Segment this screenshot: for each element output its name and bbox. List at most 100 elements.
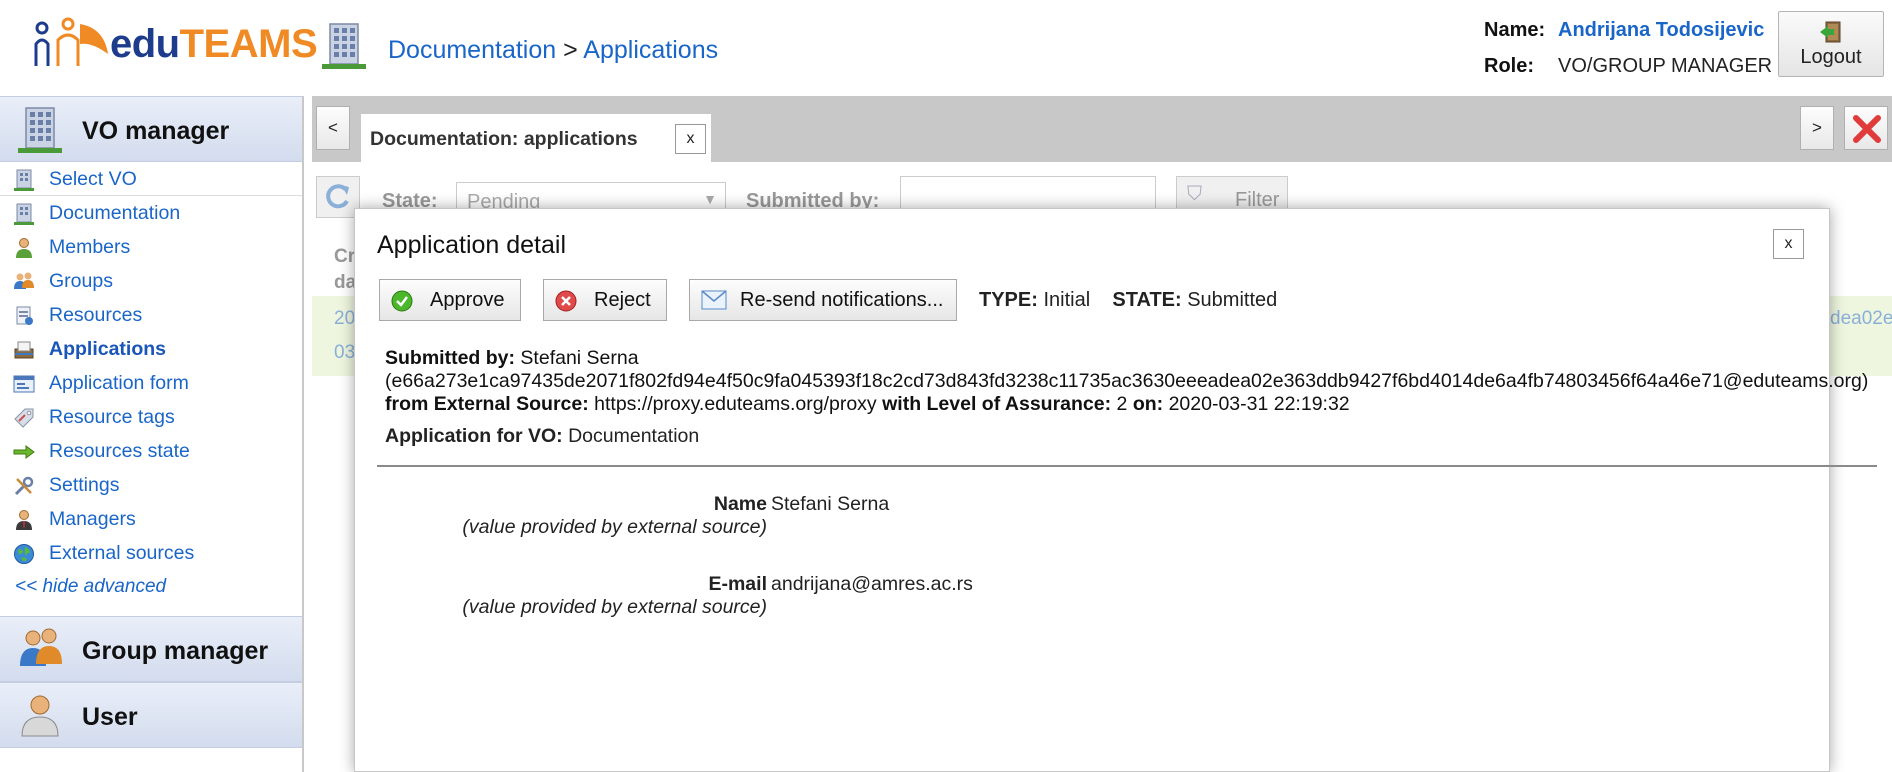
- header: eduTEAMS Documentation > Applications Na…: [0, 0, 1892, 96]
- sidebar-item-resources-state[interactable]: Resources state: [0, 434, 302, 468]
- user-icon: [18, 692, 62, 743]
- field-label: E-mail: [708, 573, 767, 595]
- sidebar-item-label: Applications: [49, 338, 167, 360]
- app-for-vo-label: Application for VO:: [385, 425, 563, 447]
- user-label: User: [82, 703, 138, 731]
- breadcrumb-documentation[interactable]: Documentation: [388, 36, 556, 64]
- sidebar-item-application-form[interactable]: Application form: [0, 366, 302, 400]
- refresh-icon: [326, 184, 349, 209]
- filter-icon: ⛉: [1187, 183, 1202, 205]
- close-red-icon: [1853, 115, 1881, 143]
- inbox-icon: [14, 341, 34, 359]
- sidebar: VO manager Select VO Documentation Membe…: [0, 96, 304, 772]
- manager-icon: [16, 510, 32, 530]
- tab-close-button[interactable]: x: [675, 124, 706, 154]
- globe-icon: [14, 544, 34, 564]
- state-value: Submitted: [1187, 289, 1278, 311]
- resend-notifications-button[interactable]: Re-send notifications...: [689, 279, 957, 321]
- sidebar-item-members[interactable]: Members: [0, 230, 302, 264]
- resource-icon: [16, 306, 33, 325]
- submitted-by-block: Submitted by: Stefani Serna (e66a273e1ca…: [385, 347, 1868, 416]
- sidebar-item-groups[interactable]: Groups: [0, 264, 302, 298]
- user-name[interactable]: Andrijana Todosijevic: [1558, 19, 1764, 41]
- on-label: on:: [1132, 393, 1164, 415]
- sidebar-item-label: Resource tags: [49, 406, 175, 428]
- sidebar-item-external-sources[interactable]: External sources: [0, 536, 302, 570]
- building-icon: [322, 22, 366, 75]
- column-header-date: da: [334, 272, 357, 293]
- user-icon: [16, 238, 32, 258]
- tab-bar: < Documentation: applications x >: [312, 96, 1892, 162]
- sidebar-item-label: Resources: [49, 304, 143, 326]
- tab-documentation-applications[interactable]: Documentation: applications x: [360, 113, 712, 162]
- dialog-close-button[interactable]: x: [1773, 229, 1804, 259]
- reject-button[interactable]: Reject: [543, 279, 667, 321]
- sidebar-item-select-vo[interactable]: Select VO: [0, 162, 302, 196]
- envelope-icon: [701, 290, 727, 310]
- table-header: Cr da: [334, 244, 356, 296]
- submitted-identity: (e66a273e1ca97435de2071f802fd94e4f50c9fa…: [385, 370, 1869, 392]
- state-label: STATE:: [1112, 289, 1182, 311]
- sidebar-item-managers[interactable]: Managers: [0, 502, 302, 536]
- field-label: Name: [713, 493, 767, 515]
- chevron-down-icon: ▼: [703, 191, 717, 207]
- field-email-label: E-mail (value provided by external sourc…: [355, 573, 767, 619]
- breadcrumb-applications[interactable]: Applications: [583, 36, 718, 64]
- row-date-2: 03: [334, 342, 356, 363]
- sidebar-item-label: Settings: [49, 474, 120, 496]
- group-icon: [14, 272, 34, 289]
- field-name-label: Name (value provided by external source): [355, 493, 767, 539]
- field-hint: (value provided by external source): [462, 516, 767, 538]
- reject-circle-icon: [555, 290, 577, 312]
- eduteams-logo[interactable]: eduTEAMS: [32, 14, 318, 76]
- sidebar-item-applications[interactable]: Applications: [0, 332, 302, 366]
- logo-edu: edu: [110, 22, 180, 66]
- sidebar-item-label: Groups: [49, 270, 113, 292]
- user-role: VO/GROUP MANAGER: [1558, 55, 1773, 77]
- sidebar-item-label: Managers: [49, 508, 136, 530]
- app-for-vo-value: Documentation: [568, 425, 700, 447]
- field-hint: (value provided by external source): [462, 596, 767, 618]
- application-detail-dialog: Application detail x Approve Reject Re-s…: [354, 208, 1877, 772]
- approve-button[interactable]: Approve: [379, 279, 521, 321]
- on-value: 2020-03-31 22:19:32: [1168, 393, 1350, 415]
- field-email-value: andrijana@amres.ac.rs: [771, 573, 973, 595]
- divider: [377, 465, 1877, 467]
- group-manager-section[interactable]: Group manager: [0, 616, 302, 682]
- sidebar-item-label: Members: [49, 236, 131, 258]
- loa-label: with Level of Assurance:: [882, 393, 1112, 415]
- sidebar-item-label: Select VO: [49, 168, 137, 190]
- user-info: Name: Andrijana Todosijevic Role: VO/GROUP…: [1484, 12, 1772, 84]
- vo-menu: Select VO Documentation Members Groups R…: [0, 162, 302, 604]
- group-icon: [18, 626, 64, 677]
- resend-label: Re-send notifications...: [740, 289, 944, 311]
- arrow-icon: [13, 445, 35, 459]
- tag-icon: [14, 408, 34, 428]
- vo-manager-label: VO manager: [82, 117, 230, 145]
- vo-manager-section[interactable]: VO manager: [0, 96, 302, 162]
- user-section[interactable]: User: [0, 682, 302, 748]
- sidebar-item-label: Application form: [49, 372, 189, 394]
- tab-prev-button[interactable]: <: [316, 106, 350, 150]
- submitted-by-value: Stefani Serna: [520, 347, 639, 369]
- tab-next-button[interactable]: >: [1800, 106, 1834, 150]
- row-date-1: 20: [334, 308, 356, 329]
- sidebar-item-settings[interactable]: Settings: [0, 468, 302, 502]
- logo-teams: TEAMS: [179, 22, 318, 66]
- sidebar-item-resource-tags[interactable]: Resource tags: [0, 400, 302, 434]
- type-label: TYPE:: [979, 289, 1038, 311]
- role-label: Role:: [1484, 55, 1534, 77]
- sidebar-item-resources[interactable]: Resources: [0, 298, 302, 332]
- name-label: Name:: [1484, 19, 1546, 41]
- building-icon: [18, 106, 62, 159]
- approve-label: Approve: [430, 289, 505, 311]
- column-header-created: Cr: [334, 246, 356, 267]
- close-all-button[interactable]: [1844, 106, 1888, 150]
- logout-button[interactable]: Logout: [1778, 11, 1884, 77]
- tools-icon: [14, 476, 34, 496]
- breadcrumb: Documentation > Applications: [388, 36, 718, 65]
- sidebar-item-documentation[interactable]: Documentation: [0, 196, 302, 230]
- submitted-by-label: Submitted by:: [385, 347, 515, 369]
- hide-advanced-link[interactable]: << hide advanced: [0, 570, 302, 604]
- from-source-value: https://proxy.eduteams.org/proxy: [594, 393, 877, 415]
